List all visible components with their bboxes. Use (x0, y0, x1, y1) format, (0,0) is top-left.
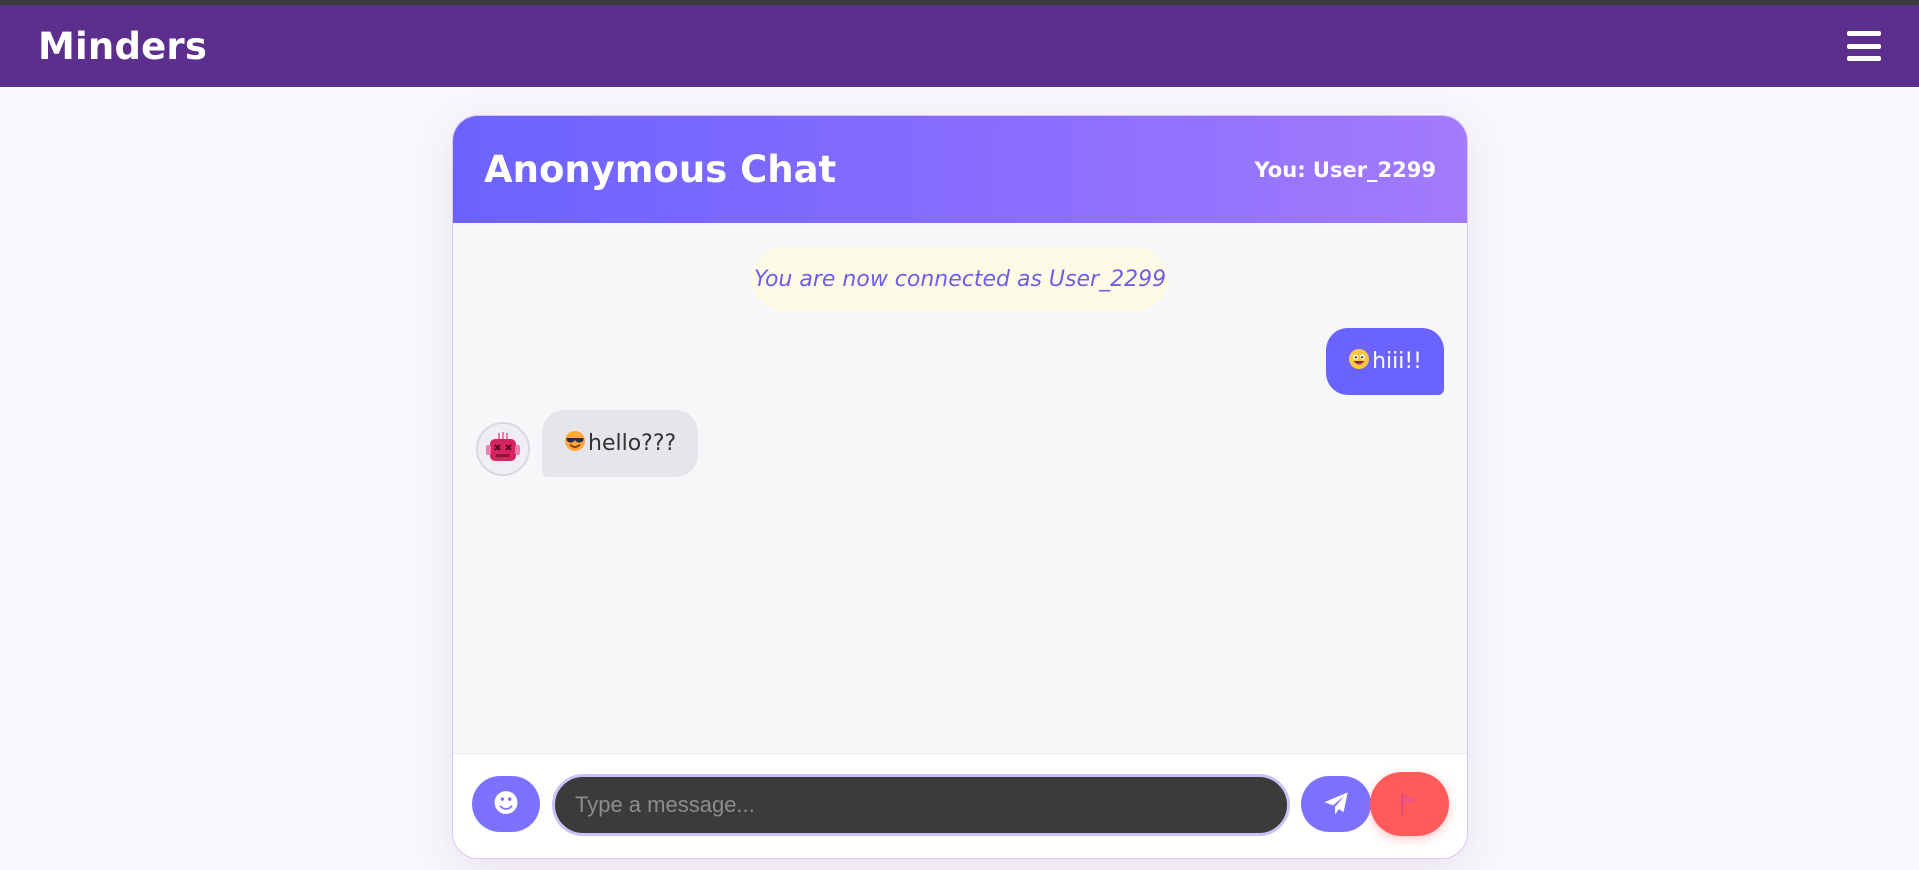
paper-plane-icon (1324, 792, 1348, 815)
message-input[interactable] (552, 774, 1290, 836)
hamburger-menu-icon[interactable] (1847, 31, 1881, 61)
avatar[interactable] (476, 422, 530, 476)
pink-robot-avatar-icon (486, 432, 520, 461)
message-list[interactable]: You are now connected as User_2299 hiii!… (453, 223, 1467, 753)
smiley-icon: ☻ (492, 789, 520, 819)
message-composer: ☻ (453, 753, 1467, 858)
sent-message-text: hiii!! (1372, 349, 1422, 374)
smiling-face-with-sunglasses-emoji-icon (564, 430, 586, 458)
chat-header: Anonymous Chat You: User_2299 (453, 116, 1467, 223)
send-button[interactable] (1301, 776, 1371, 832)
flag-icon (1400, 794, 1418, 815)
received-message-text: hello??? (588, 431, 677, 456)
report-button[interactable] (1370, 772, 1449, 836)
sent-message-bubble: hiii!! (1326, 328, 1444, 395)
chat-window: Anonymous Chat You: User_2299 You are no… (452, 115, 1468, 859)
system-message: You are now connected as User_2299 (752, 247, 1168, 311)
chat-title: Anonymous Chat (484, 148, 837, 191)
current-user-label: You: User_2299 (1254, 157, 1436, 182)
emoji-button[interactable]: ☻ (472, 776, 540, 832)
brand-logo-text[interactable]: Minders (38, 25, 207, 68)
received-message-bubble: hello??? (542, 410, 699, 477)
grinning-face-emoji-icon (1348, 348, 1370, 376)
navbar: Minders (0, 5, 1919, 87)
